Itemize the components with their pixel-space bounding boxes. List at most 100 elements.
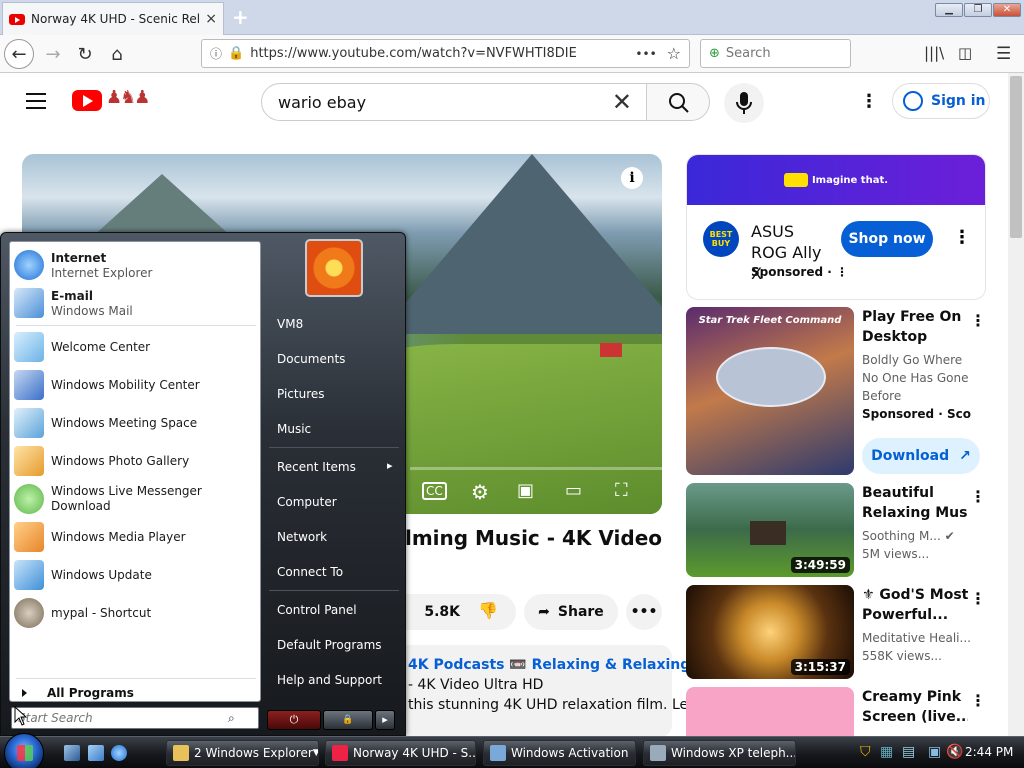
taskbar-button-browser[interactable]: Norway 4K UHD - S... xyxy=(325,740,476,766)
library-icon[interactable]: |||\ xyxy=(924,44,944,62)
browser-search-bar[interactable]: ⊕ xyxy=(700,39,851,68)
url-text[interactable]: https://www.youtube.com/watch?v=NVFWHTI8… xyxy=(250,46,635,61)
volume-muted-icon[interactable]: 🔇 xyxy=(946,744,963,760)
clear-search-icon[interactable]: ✕ xyxy=(612,88,632,116)
video-thumbnail[interactable] xyxy=(686,687,854,737)
captions-icon[interactable]: CC xyxy=(422,482,447,500)
advertiser-logo[interactable]: BEST BUY xyxy=(703,221,739,257)
ad-banner[interactable]: Imagine that. xyxy=(687,155,985,205)
window-minimize-button[interactable]: ▁ xyxy=(935,3,963,17)
network-status-icon[interactable]: ▦ xyxy=(880,744,893,760)
pinned-item-internet[interactable]: Internet Internet Explorer xyxy=(14,246,258,284)
dislike-icon[interactable]: 👎 xyxy=(478,601,498,620)
download-button[interactable]: Download ↗ xyxy=(862,438,980,474)
taskbar-button-telephone[interactable]: Windows XP teleph... xyxy=(643,740,796,766)
bookmark-star-icon[interactable]: ☆ xyxy=(667,44,681,63)
tab-close-icon[interactable]: × xyxy=(205,11,217,27)
start-orb-button[interactable] xyxy=(4,733,44,768)
new-tab-button[interactable]: + xyxy=(232,5,249,29)
program-item-windows-update[interactable]: Windows Update xyxy=(14,556,258,594)
video-progress-bar[interactable] xyxy=(410,467,662,470)
rec-more-icon[interactable]: ⋮ xyxy=(970,589,986,608)
right-item-connect-to[interactable]: Connect To xyxy=(277,565,343,579)
rec-title[interactable]: Beautiful Relaxing Musi... xyxy=(862,483,968,523)
right-item-recent-items[interactable]: Recent Items xyxy=(277,460,356,474)
program-item-photo-gallery[interactable]: Windows Photo Gallery xyxy=(14,442,258,480)
url-bar[interactable]: ⓘ 🔒 https://www.youtube.com/watch?v=NVFW… xyxy=(201,39,690,68)
rec-title[interactable]: Play Free On Desktop xyxy=(862,307,968,347)
right-item-music[interactable]: Music xyxy=(277,422,311,436)
lock-icon[interactable]: 🔒 xyxy=(323,710,373,730)
youtube-logo[interactable] xyxy=(72,90,102,111)
rec-more-icon[interactable]: ⋮ xyxy=(970,311,986,330)
right-item-vm8[interactable]: VM8 xyxy=(277,317,303,331)
youtube-doodle-icon[interactable]: ♟♞♟ xyxy=(106,87,150,108)
program-item-media-player[interactable]: Windows Media Player xyxy=(14,518,258,556)
share-button[interactable]: ➦ Share xyxy=(524,594,618,630)
sidebar-icon[interactable]: ◫ xyxy=(958,44,972,62)
all-programs-button[interactable]: All Programs xyxy=(16,686,134,700)
settings-gear-icon[interactable]: ⚙ xyxy=(471,480,489,504)
program-item-welcome-center[interactable]: Welcome Center xyxy=(14,328,258,366)
recommendation-item[interactable]: 3:49:59 Beautiful Relaxing Musi... Soothi… xyxy=(686,483,986,579)
program-item-messenger-download[interactable]: Windows Live Messenger Download xyxy=(14,480,258,518)
info-icon[interactable]: ⓘ xyxy=(210,45,222,62)
taskbar-button-activation[interactable]: Windows Activation xyxy=(483,740,636,766)
scrollbar-thumb[interactable] xyxy=(1010,76,1022,238)
right-item-network[interactable]: Network xyxy=(277,530,327,544)
youtube-search-button[interactable] xyxy=(646,83,710,121)
video-thumbnail[interactable]: 3:49:59 xyxy=(686,483,854,577)
search-icon[interactable]: ⌕ xyxy=(228,711,235,726)
more-actions-button[interactable]: ••• xyxy=(626,594,662,630)
internet-explorer-icon[interactable] xyxy=(111,745,127,761)
program-item-mobility-center[interactable]: Windows Mobility Center xyxy=(14,366,258,404)
sign-in-button[interactable]: Sign in xyxy=(892,83,990,119)
back-button[interactable]: ← xyxy=(4,39,34,69)
youtube-search-input[interactable]: wario ebay xyxy=(278,93,612,112)
description-tags[interactable]: 4K Podcasts 📼 Relaxing & Relaxing Piano xyxy=(408,655,739,675)
page-actions-icon[interactable]: ••• xyxy=(635,47,656,61)
browser-tab-active[interactable]: Norway 4K UHD - Scenic Relaxation × xyxy=(2,2,224,35)
guide-menu-icon[interactable] xyxy=(26,93,46,114)
ad-more-icon[interactable]: ⋮ xyxy=(953,227,971,248)
program-item-mypal[interactable]: mypal - Shortcut xyxy=(14,594,258,632)
miniplayer-icon[interactable]: ▣ xyxy=(517,480,534,501)
rec-more-icon[interactable]: ⋮ xyxy=(970,691,986,710)
right-item-control-panel[interactable]: Control Panel xyxy=(277,603,357,617)
window-restore-button[interactable]: ❐ xyxy=(964,3,992,17)
security-shield-icon[interactable]: ⛉ xyxy=(860,744,871,760)
switch-windows-icon[interactable] xyxy=(88,745,104,761)
recommendation-item[interactable]: 3:15:37 ⚜ God'S Most Powerful... Meditati… xyxy=(686,585,986,681)
system-clock[interactable]: 2:44 PM xyxy=(965,745,1013,759)
right-item-default-programs[interactable]: Default Programs xyxy=(277,638,382,652)
recommendation-item[interactable]: Creamy Pink Screen (live... ⋮ xyxy=(686,687,986,737)
youtube-search-box[interactable]: wario ebay ✕ xyxy=(261,83,647,121)
voice-search-button[interactable] xyxy=(724,83,764,123)
settings-more-icon[interactable]: ⋮ xyxy=(860,91,878,112)
like-count[interactable]: 5.8K xyxy=(424,604,460,620)
right-item-help-support[interactable]: Help and Support xyxy=(277,673,382,687)
shop-now-button[interactable]: Shop now xyxy=(841,221,933,257)
user-picture-flower[interactable] xyxy=(305,239,363,297)
shutdown-options-arrow-icon[interactable]: ▸ xyxy=(375,710,395,730)
display-tray-icon[interactable]: ▣ xyxy=(928,744,941,760)
rec-title[interactable]: Creamy Pink Screen (live... xyxy=(862,687,968,727)
rec-title[interactable]: ⚜ God'S Most Powerful... xyxy=(862,585,968,625)
recommendation-item[interactable]: Star Trek Fleet Command Play Free On Desk… xyxy=(686,307,986,477)
fullscreen-icon[interactable]: ⛶ xyxy=(615,480,628,501)
video-thumbnail[interactable]: Star Trek Fleet Command xyxy=(686,307,854,475)
show-desktop-icon[interactable] xyxy=(64,745,80,761)
start-search-box[interactable]: ⌕ xyxy=(11,707,259,729)
taskbar-button-explorer[interactable]: 2 Windows Explorer▼ xyxy=(166,740,319,766)
reload-button[interactable]: ↻ xyxy=(70,39,100,69)
video-info-icon[interactable]: i xyxy=(621,167,643,189)
forward-button[interactable]: → xyxy=(38,39,68,69)
pinned-item-email[interactable]: E-mail Windows Mail xyxy=(14,284,258,322)
window-close-button[interactable]: ✕ xyxy=(993,3,1021,17)
app-tray-icon[interactable]: ▤ xyxy=(902,744,915,760)
program-item-meeting-space[interactable]: Windows Meeting Space xyxy=(14,404,258,442)
browser-search-input[interactable] xyxy=(725,46,836,61)
start-search-input[interactable] xyxy=(18,711,228,725)
menu-icon[interactable]: ☰ xyxy=(996,44,1011,64)
right-item-documents[interactable]: Documents xyxy=(277,352,345,366)
